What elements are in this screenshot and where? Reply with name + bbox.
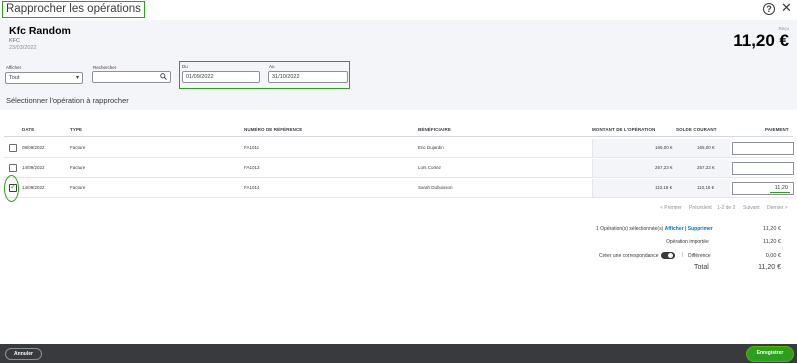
- pager-previous[interactable]: Précédent: [689, 205, 712, 211]
- row-checkbox[interactable]: [9, 164, 17, 172]
- from-date-value: 01/09/2022: [186, 74, 214, 80]
- cancel-button[interactable]: Annuler: [5, 348, 42, 360]
- payment-value: 11,20: [774, 185, 788, 191]
- cell-reference: FA1011: [244, 145, 260, 150]
- selected-count-line: 1 Opération(s) sélectionnée(s) Afficher …: [596, 226, 713, 232]
- amount-value: 11,20 €: [733, 31, 789, 50]
- pager-next[interactable]: Suivant: [743, 205, 760, 211]
- help-icon[interactable]: ?: [763, 3, 775, 15]
- to-date-value: 31/10/2022: [272, 74, 300, 80]
- cell-payee: Eric Dujardin: [418, 145, 444, 150]
- to-date-input[interactable]: 31/10/2022: [268, 71, 348, 83]
- difference-value: 0,00 €: [765, 253, 781, 259]
- cell-balance: 165,00 €: [697, 145, 715, 150]
- pager-last[interactable]: Dernier >: [767, 205, 788, 211]
- imported-value: 11,20 €: [763, 239, 781, 245]
- date-range-group: Du 01/09/2022 Au 31/10/2022: [179, 61, 350, 89]
- total-label: Total: [694, 264, 709, 271]
- column-header-amount[interactable]: MONTANT DE L'OPÉRATION: [592, 127, 655, 132]
- search-label: Rechercher: [93, 65, 117, 70]
- cell-reference: FA1013: [244, 165, 260, 170]
- delete-selected-link[interactable]: Supprimer: [688, 226, 713, 232]
- chevron-down-icon: ▾: [75, 75, 79, 81]
- cell-date: 08/09/2022: [22, 145, 45, 150]
- link-separator: |: [684, 226, 687, 232]
- difference-label: Différence: [688, 253, 711, 259]
- account-name: Kfc Random: [9, 25, 71, 37]
- close-icon[interactable]: ✕: [781, 1, 792, 15]
- show-filter-value: Tout: [9, 75, 20, 81]
- table-row[interactable]: 14/09/2022 Facture FA1013 Loïs Cortez 25…: [4, 159, 794, 178]
- cell-reference: FA1014: [244, 185, 260, 190]
- row-checkbox-checked[interactable]: ✓: [9, 182, 17, 192]
- selected-total-value: 11,20 €: [763, 226, 781, 232]
- show-selected-link[interactable]: Afficher: [665, 226, 684, 232]
- payment-input[interactable]: [732, 162, 794, 175]
- table-row[interactable]: 08/09/2022 Facture FA1011 Eric Dujardin …: [4, 139, 794, 158]
- column-header-type[interactable]: TYPE: [70, 127, 82, 132]
- table-header: DATE TYPE NUMÉRO DE RÉFÉRENCE BÉNÉFICIAI…: [4, 125, 793, 137]
- dialog-titlebar: Rapprocher les opérations ? ✕: [0, 0, 797, 20]
- pager-first[interactable]: < Premier: [660, 205, 682, 211]
- search-input[interactable]: [92, 71, 171, 83]
- total-value: 11,20 €: [758, 264, 781, 271]
- column-header-date[interactable]: DATE: [22, 127, 34, 132]
- pager-range: 1-2 de 2: [717, 205, 736, 211]
- transactions-table: DATE TYPE NUMÉRO DE RÉFÉRENCE BÉNÉFICIAI…: [4, 110, 794, 216]
- cell-balance: 110,18 €: [697, 185, 715, 190]
- from-date-input[interactable]: 01/09/2022: [182, 71, 260, 83]
- search-icon: [160, 73, 167, 80]
- to-date-label: Au: [269, 64, 275, 69]
- dialog-title: Rapprocher les opérations: [2, 1, 145, 18]
- toggle-knob: [668, 253, 673, 258]
- save-button[interactable]: Enregistrer: [746, 346, 794, 362]
- table-row[interactable]: ✓ 14/09/2022 Facture FA1014 Sarah Dubuis…: [4, 175, 794, 202]
- cell-amount: 257,23 €: [655, 165, 673, 170]
- cell-type: Facture: [70, 145, 86, 150]
- cell-date: 14/09/2022: [22, 185, 45, 190]
- show-filter-label: Afficher: [6, 65, 22, 70]
- divider: |: [682, 252, 684, 258]
- from-date-label: Du: [182, 64, 188, 69]
- checkmark-icon: ✓: [10, 182, 17, 191]
- selected-count-label: 1 Opération(s) sélectionnée(s): [596, 226, 664, 232]
- cell-amount: 110,18 €: [655, 185, 673, 190]
- cell-type: Facture: [70, 185, 86, 190]
- create-match-toggle[interactable]: [661, 252, 675, 259]
- column-header-balance[interactable]: SOLDE COURANT: [676, 127, 717, 132]
- dialog-footer: Annuler Enregistrer: [0, 344, 797, 363]
- payment-input[interactable]: 11,20: [732, 182, 794, 195]
- section-title: Sélectionner l'opération à rapprocher: [6, 96, 129, 105]
- account-date: 23/03/2022: [9, 45, 37, 51]
- create-match-label: Créer une correspondance: [599, 253, 659, 259]
- cell-balance: 257,23 €: [697, 165, 715, 170]
- column-header-payee[interactable]: BÉNÉFICIAIRE: [418, 127, 451, 132]
- column-header-reference[interactable]: NUMÉRO DE RÉFÉRENCE: [244, 127, 302, 132]
- row-checkbox[interactable]: [9, 144, 17, 152]
- column-header-payment[interactable]: PAIEMENT: [765, 127, 789, 132]
- cell-payee: Sarah Dubuisson: [418, 185, 453, 190]
- show-filter-select[interactable]: Tout ▾: [5, 72, 83, 84]
- payment-underline: [770, 191, 790, 193]
- imported-label: Opération importée: [666, 239, 709, 245]
- cell-payee: Loïs Cortez: [418, 165, 442, 170]
- cell-date: 14/09/2022: [22, 165, 45, 170]
- account-code: KFC: [9, 38, 20, 44]
- cell-type: Facture: [70, 165, 86, 170]
- payment-input[interactable]: [732, 142, 794, 155]
- cell-amount: 165,00 €: [655, 145, 673, 150]
